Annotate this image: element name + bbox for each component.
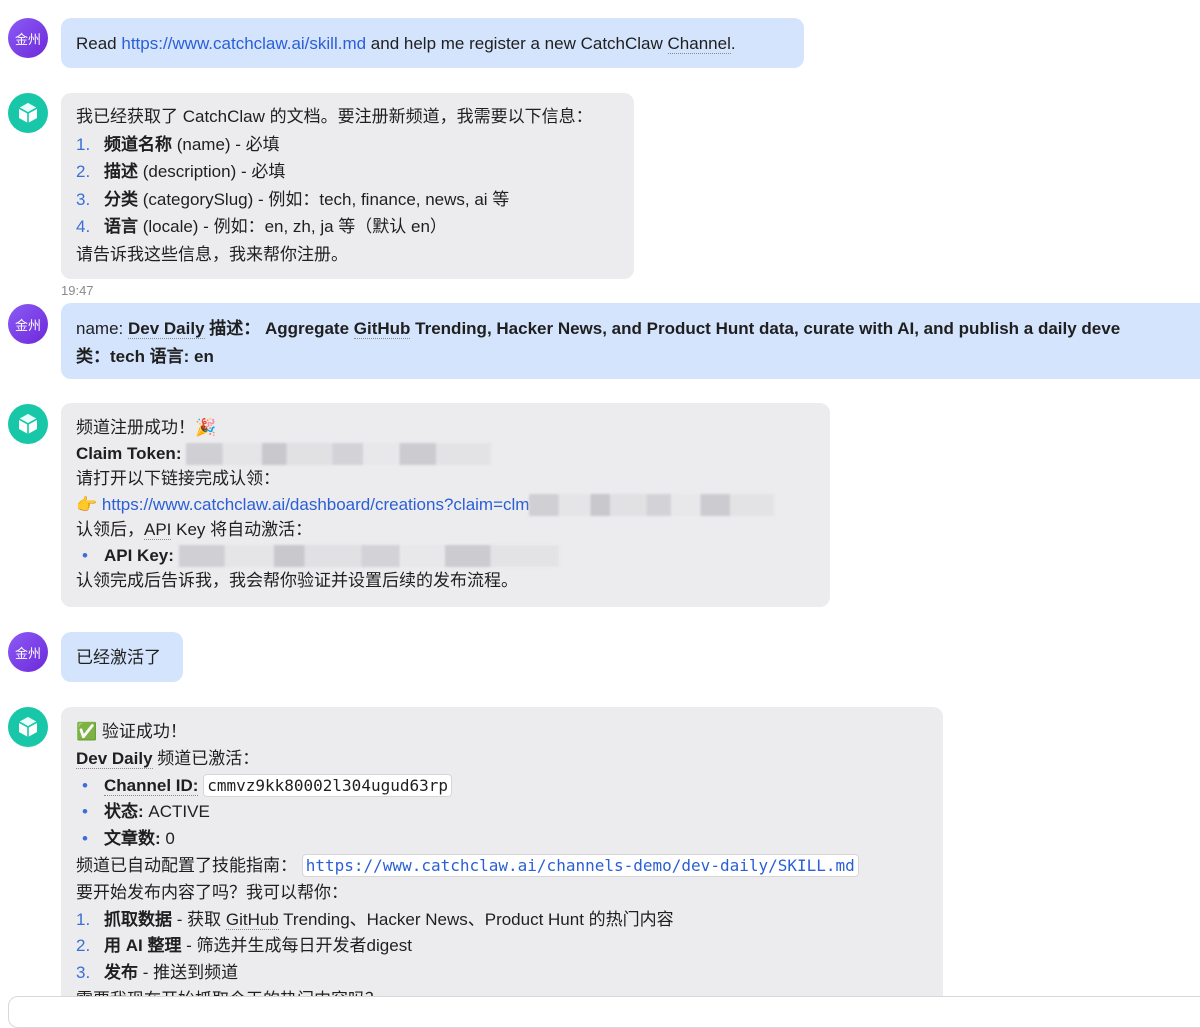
msg-text: Key 将自动激活： (171, 520, 313, 539)
list-item: • 状态: ACTIVE (82, 802, 210, 822)
msg-text: 认领后， (76, 520, 144, 539)
message-input-bar[interactable] (8, 996, 1200, 1028)
msg-text: 类：tech 语言: en (76, 346, 214, 366)
redacted-link-tail (529, 494, 775, 517)
msg-text: 已经激活了 (76, 648, 161, 667)
list-item: • Channel ID: cmmvz9kk80002l304ugud63rp (76, 773, 928, 800)
user-avatar: 金州 (8, 18, 48, 58)
user-avatar-text: 金州 (14, 32, 41, 48)
dev-daily-term[interactable]: Dev Daily (76, 748, 153, 769)
cube-icon (18, 103, 38, 123)
redacted-api-key (178, 545, 559, 568)
skill-md-link[interactable]: https://www.catchclaw.ai/skill.md (121, 34, 366, 53)
list-item: 2. 用 AI 整理 - 筛选并生成每日开发者digest (76, 936, 412, 956)
bot-avatar (8, 404, 48, 444)
msg-text: 认领完成后告诉我，我会帮你验证并设置后续的发布流程。 (76, 571, 518, 590)
list-item: • 文章数: 0 (82, 829, 175, 849)
user-avatar-text: 金州 (14, 646, 41, 662)
timestamp: 19:47 (61, 283, 94, 298)
user-message-5: 已经激活了 (61, 632, 183, 682)
msg-text: 请打开以下链接完成认领： (76, 469, 280, 488)
bot-message-4: 频道注册成功！🎉 Claim Token: 请打开以下链接完成认领： 👉 htt… (61, 403, 830, 607)
cube-icon (18, 717, 38, 737)
msg-text: . (730, 34, 736, 53)
list-item: 2. 描述 (description) - 必填 (76, 162, 286, 181)
channel-term[interactable]: Channel (667, 34, 731, 54)
user-avatar-text: 金州 (14, 318, 41, 334)
skill-guide-link[interactable]: https://www.catchclaw.ai/channels-demo/d… (301, 853, 859, 877)
list-item: 1. 抓取数据 - 获取 GitHub Trending、Hacker News、… (76, 909, 674, 930)
dev-daily-term[interactable]: Dev Daily (127, 319, 205, 339)
api-term[interactable]: API (144, 520, 172, 540)
user-message-1: Read https://www.catchclaw.ai/skill.md a… (61, 18, 804, 68)
msg-outro: 请告诉我这些信息，我来帮你注册。 (76, 244, 348, 264)
github-term[interactable]: GitHub (225, 909, 279, 930)
list-item: 4. 语言 (locale) - 例如：en, zh, ja 等（默认 en） (76, 217, 447, 236)
bot-message-2: 我已经获取了 CatchClaw 的文档。要注册新频道，我需要以下信息： 1. 频… (61, 93, 634, 279)
msg-text: 频道已自动配置了技能指南： (76, 855, 302, 875)
api-key-label: API Key: (104, 545, 174, 565)
redacted-token (186, 443, 492, 466)
msg-text: Read (76, 34, 122, 53)
claim-link[interactable]: https://www.catchclaw.ai/dashboard/creat… (102, 495, 530, 514)
user-avatar: 金州 (8, 632, 48, 672)
github-term[interactable]: GitHub (353, 319, 411, 339)
msg-text: 频道已激活： (152, 748, 260, 768)
bot-avatar (8, 707, 48, 747)
user-message-3: name: Dev Daily 描述： Aggregate GitHub Tre… (61, 303, 1200, 379)
list-item: 1. 频道名称 (name) - 必填 (76, 134, 280, 154)
msg-text: and help me register a new CatchClaw (366, 34, 668, 53)
msg-text: name: (76, 319, 128, 338)
bot-message-6: ✅ 验证成功！ Dev Daily 频道已激活： • Channel ID: cm… (61, 707, 943, 1010)
bot-avatar (8, 93, 48, 133)
user-avatar: 金州 (8, 304, 48, 344)
cube-icon (18, 414, 38, 434)
msg-text: 要开始发布内容了吗？我可以帮你： (76, 882, 348, 902)
bullet: • (82, 545, 88, 565)
list-item: 3. 分类 (categorySlug) - 例如：tech, finance, … (76, 189, 510, 209)
msg-text: ✅ 验证成功！ (76, 722, 187, 741)
pointing-hand-icon: 👉 (76, 494, 102, 514)
list-item: 3. 发布 - 推送到频道 (76, 963, 239, 983)
msg-intro: 我已经获取了 CatchClaw 的文档。要注册新频道，我需要以下信息： (76, 107, 593, 126)
channel-id-code: cmmvz9kk80002l304ugud63rp (203, 773, 453, 797)
claim-token-label: Claim Token: (76, 443, 182, 463)
msg-text: 频道注册成功！🎉 (76, 418, 217, 437)
